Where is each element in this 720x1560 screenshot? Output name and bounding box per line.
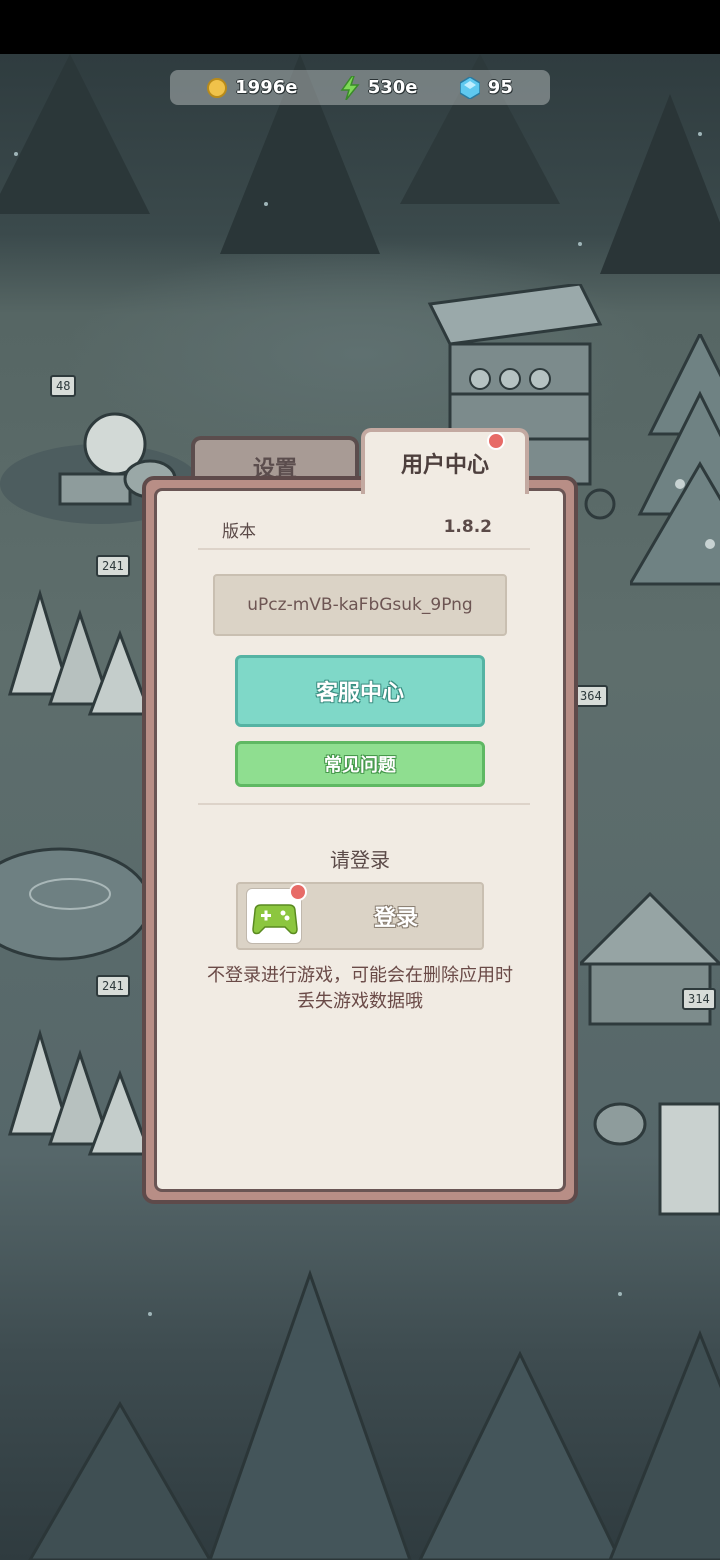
warning-line: 不登录进行游戏，可能会在删除应用时 (207, 965, 513, 986)
decorated-tree (630, 334, 720, 586)
tab-user-center-label: 用户中心 (400, 453, 489, 478)
pond (0, 847, 150, 961)
gamepad-icon-frame (246, 883, 307, 944)
customer-service-button[interactable]: 客服中心 (235, 655, 485, 727)
notification-dot (289, 883, 307, 901)
left-plants-lower (7, 1028, 153, 1156)
divider (198, 548, 530, 550)
notification-dot (487, 432, 505, 450)
status-bar (0, 0, 720, 54)
version-label: 版本 (222, 522, 256, 542)
map-sign-level[interactable]: 241 (96, 975, 130, 997)
gems-value: 95 (487, 77, 513, 98)
map-sign-level[interactable]: 241 (96, 555, 130, 577)
data-loss-warning: 不登录进行游戏，可能会在删除应用时 丢失游戏数据哦 (174, 963, 546, 1015)
map-sign-level[interactable]: 48 (50, 375, 77, 397)
forest-bottom-decoration (28, 1269, 720, 1560)
version-value: 1.8.2 (443, 517, 492, 537)
login-button-label: 登录 (373, 906, 418, 931)
gems-counter[interactable]: 95 (459, 76, 513, 99)
coins-counter[interactable]: 1996e (207, 77, 297, 98)
coins-value: 1996e (235, 77, 298, 98)
login-prompt: 请登录 (330, 848, 390, 872)
divider (198, 803, 530, 805)
map-sign-level[interactable]: 314 (682, 988, 716, 1010)
warning-line: 丢失游戏数据哦 (297, 991, 423, 1012)
coin-icon (207, 77, 228, 98)
energy-value: 530e (367, 77, 418, 98)
energy-counter[interactable]: 530e (340, 75, 418, 100)
tab-user-center[interactable]: 用户中心 (361, 428, 529, 494)
lightning-bolt-icon (340, 75, 360, 100)
right-camp (580, 891, 720, 1216)
map-sign-level[interactable]: 364 (574, 685, 608, 707)
faq-button[interactable]: 常见问题 (235, 741, 485, 787)
blue-gem-icon (459, 76, 480, 99)
login-button[interactable]: 登录 (236, 882, 484, 950)
left-plants (7, 588, 153, 716)
user-id-field[interactable]: uPcz-mVB-kaFbGsuk_9Png (213, 574, 507, 636)
resource-bar: 1996e 530e 95 (170, 70, 550, 105)
